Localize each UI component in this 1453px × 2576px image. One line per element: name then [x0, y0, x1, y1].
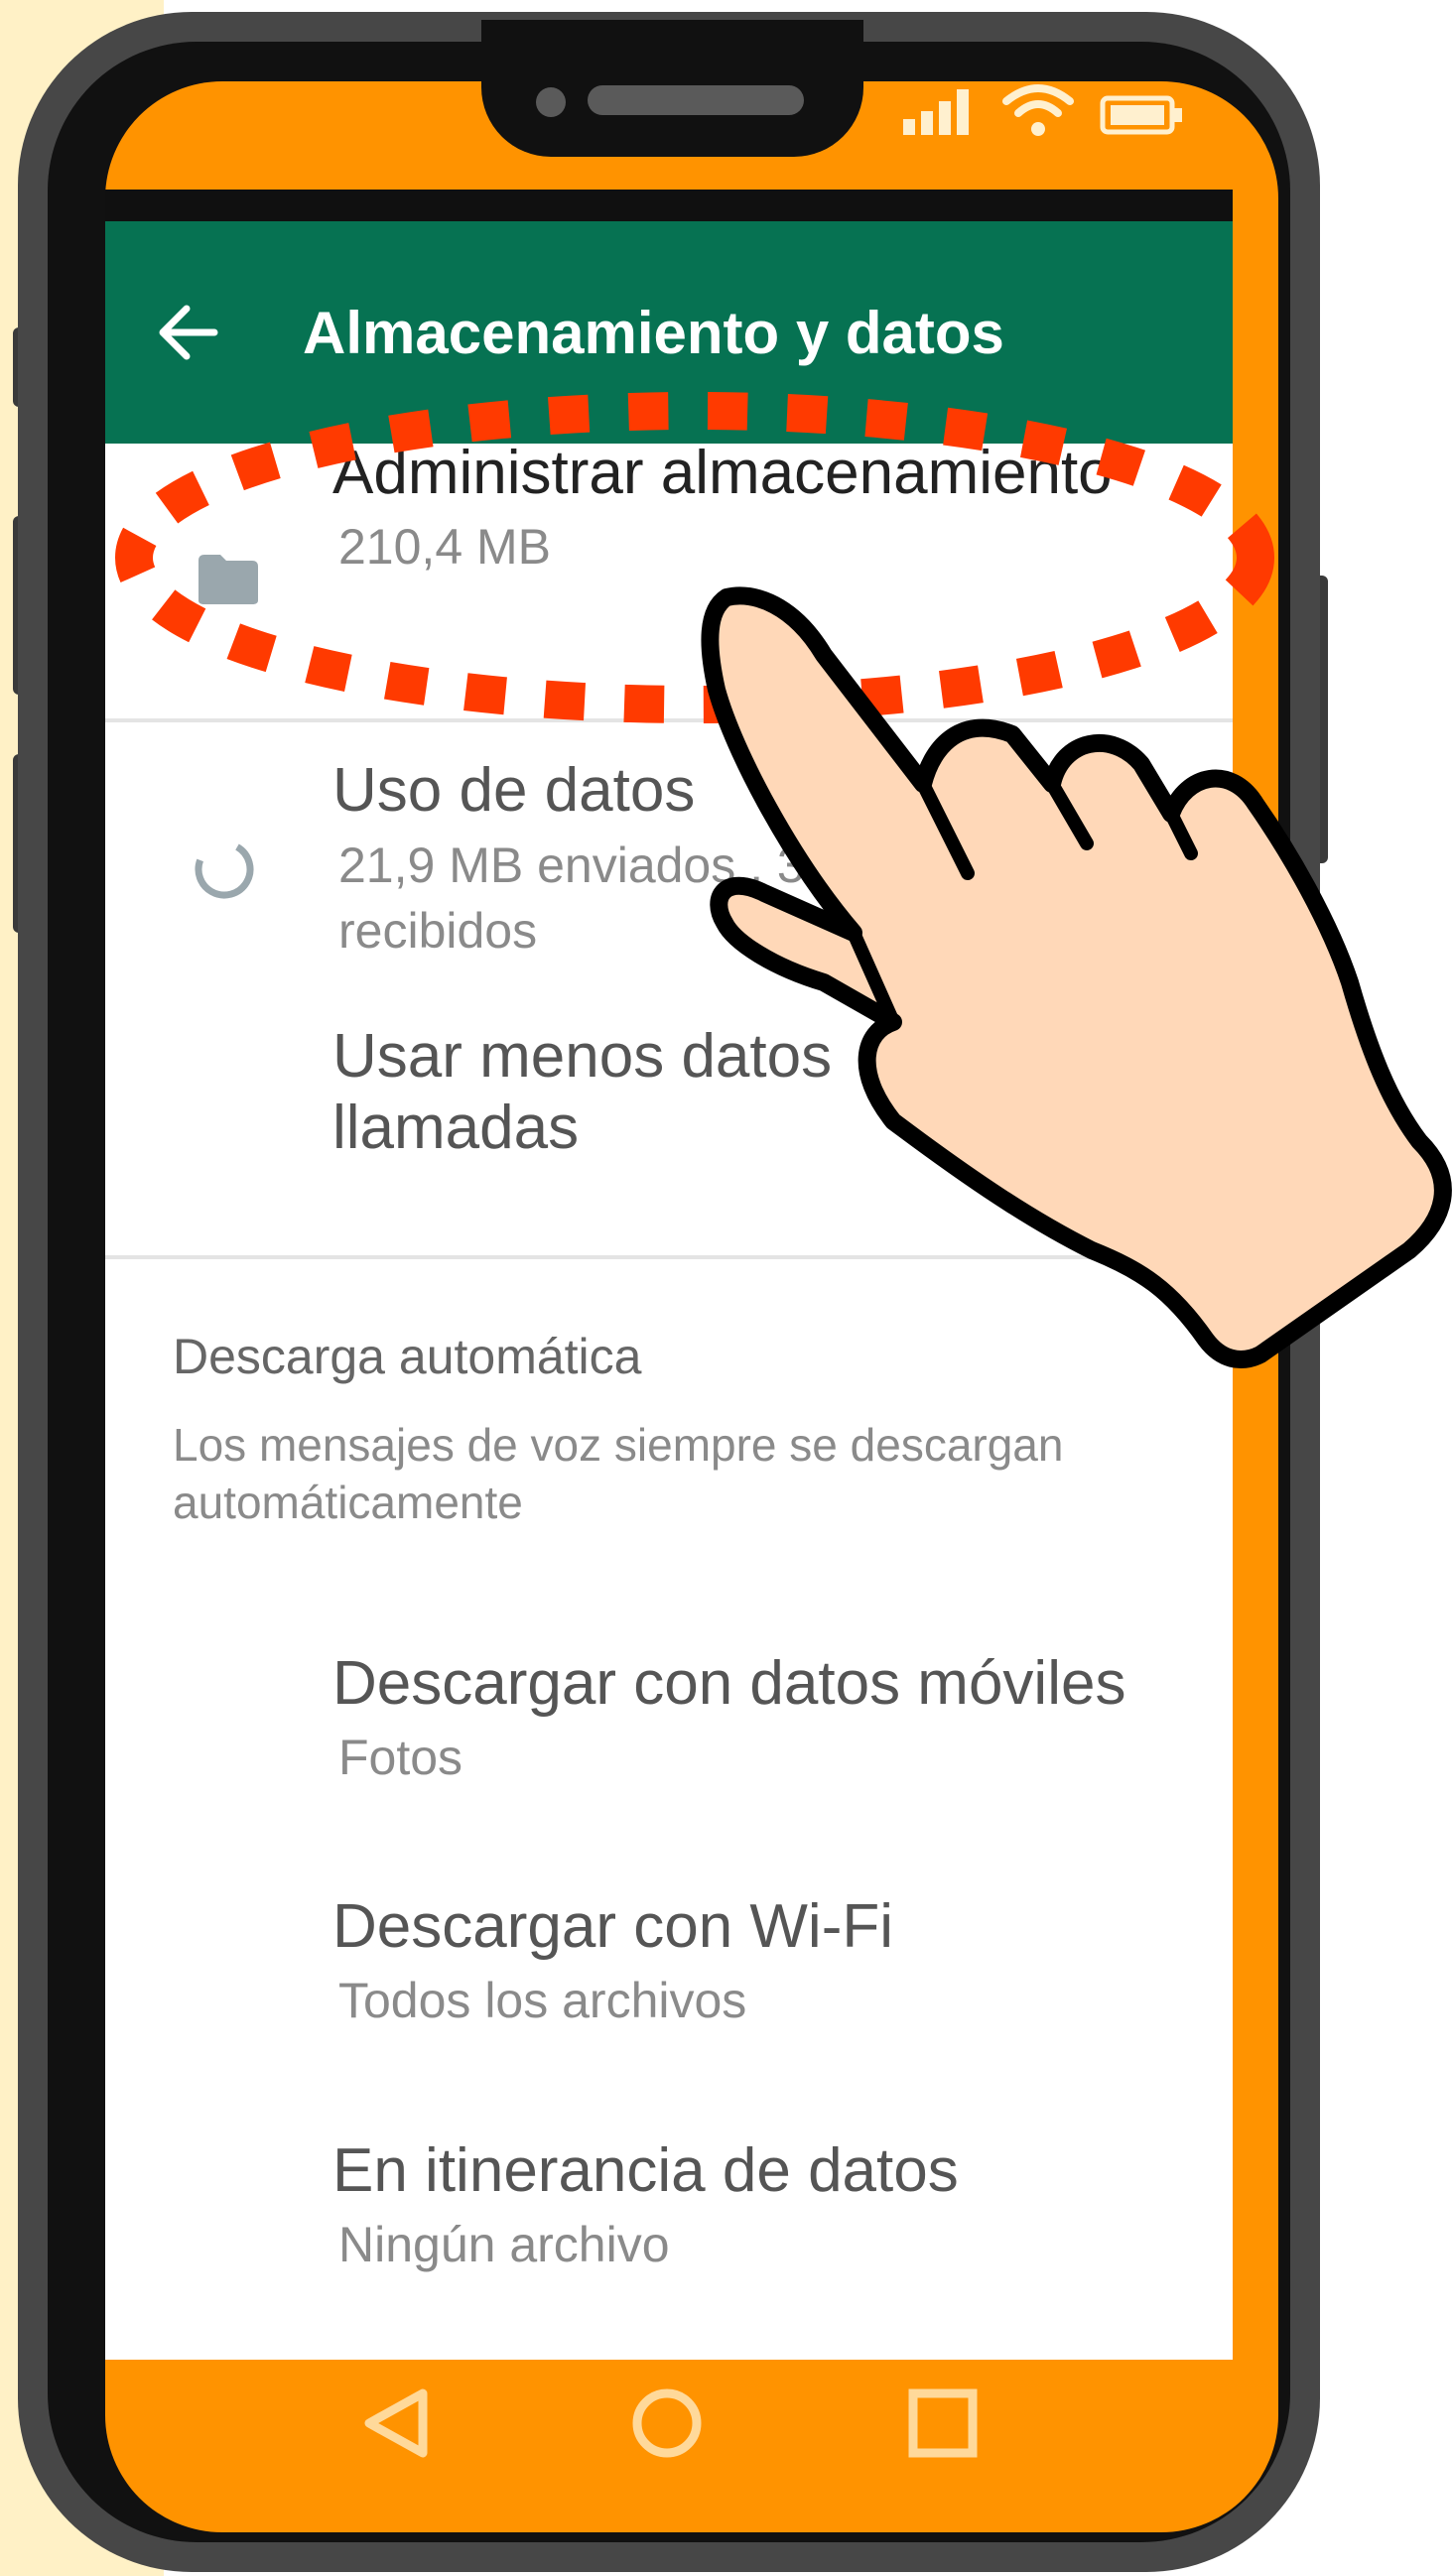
- home-circle-icon[interactable]: [629, 2385, 705, 2461]
- data-usage-icon: [195, 839, 254, 899]
- back-triangle-icon[interactable]: [359, 2385, 435, 2461]
- low-data-calls-title-2: llamadas: [332, 1094, 580, 1162]
- roaming-title: En itinerancia de datos: [332, 2136, 959, 2205]
- data-usage-sent: 21,9 MB enviados , 3: [338, 837, 805, 893]
- manage-storage-title-text: Administrar almacenamiento: [332, 439, 1113, 507]
- manage-storage-size: 210,4 MB: [338, 519, 552, 575]
- camera-dot: [536, 87, 566, 117]
- auto-download-description: Los mensajes de voz siempre se descargan…: [173, 1419, 1064, 1528]
- download-wifi-title: Descargar con Wi-Fi: [332, 1892, 893, 1961]
- divider: [105, 718, 1233, 722]
- folder-icon: [198, 555, 258, 604]
- divider: [105, 1255, 1233, 1259]
- status-bar: [105, 190, 1233, 221]
- app-screen: Almacenamiento y datos Administrar almac…: [105, 190, 1233, 2360]
- download-mobile-data-title: Descargar con datos móviles: [332, 1649, 1126, 1718]
- roaming-value: Ningún archivo: [338, 2217, 670, 2272]
- page-title: Almacenamiento y datos: [303, 300, 1004, 366]
- signal-icon: [903, 89, 969, 135]
- data-usage-received: recibidos: [338, 903, 538, 959]
- download-wifi-value: Todos los archivos: [338, 1973, 747, 2028]
- wifi-icon: [1002, 84, 1074, 136]
- app-bar: Almacenamiento y datos: [105, 221, 1233, 444]
- battery-icon: [1100, 95, 1182, 135]
- low-data-calls-title: Usar menos datos: [332, 1022, 833, 1091]
- download-mobile-data-value: Fotos: [338, 1730, 463, 1785]
- speaker-grille: [588, 85, 804, 115]
- arrow-left-icon[interactable]: [153, 297, 224, 368]
- data-usage-title: Uso de datos: [332, 756, 696, 825]
- auto-download-header: Descarga automática: [173, 1329, 642, 1384]
- recents-square-icon[interactable]: [905, 2385, 981, 2461]
